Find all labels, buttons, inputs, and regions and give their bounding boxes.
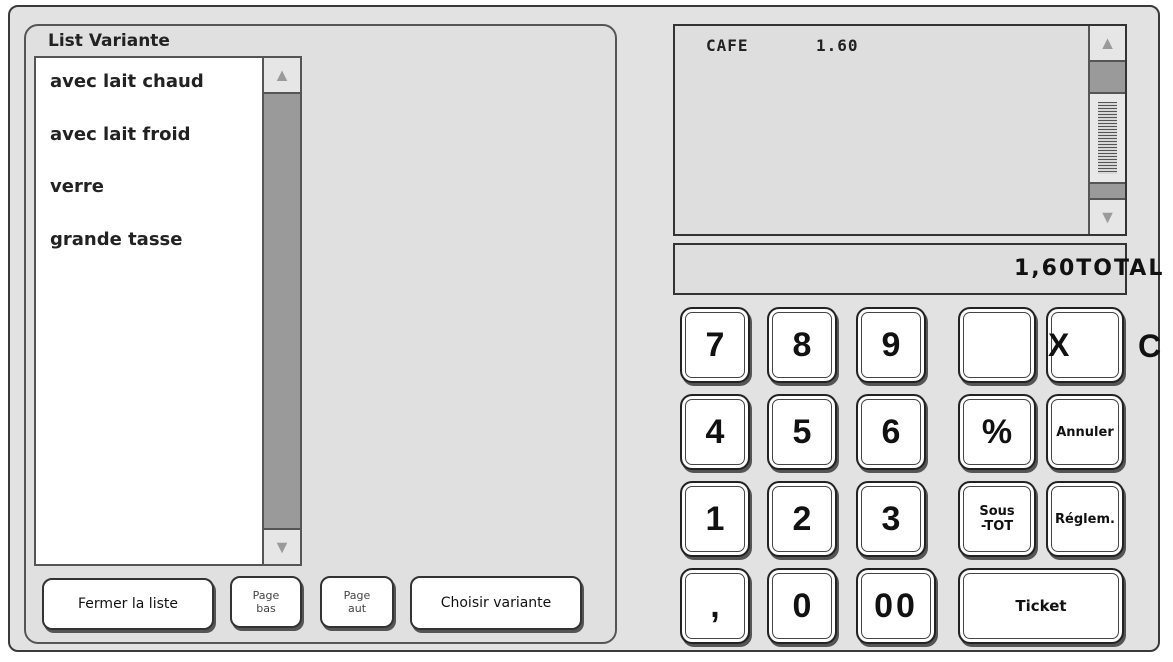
- ticket-scroll-down-button[interactable]: ▼: [1090, 198, 1125, 234]
- key-3[interactable]: 3: [856, 481, 926, 557]
- key-8[interactable]: 8: [767, 307, 837, 383]
- payment-button[interactable]: Réglem.: [1046, 481, 1124, 557]
- variant-scroll-track[interactable]: [264, 94, 300, 528]
- page-up-button[interactable]: Page aut: [320, 576, 394, 628]
- key-5[interactable]: 5: [767, 394, 837, 470]
- key-multiply[interactable]: X: [1046, 307, 1124, 383]
- key-percent[interactable]: %: [958, 394, 1036, 470]
- variant-panel-title: List Variante: [48, 31, 170, 51]
- subtotal-button[interactable]: Sous -TOT: [958, 481, 1036, 557]
- ticket-line-price: 1.60: [816, 36, 859, 55]
- ticket-scroll-up-button[interactable]: ▲: [1090, 26, 1125, 62]
- total-amount: 1,60TOTAL: [1014, 256, 1165, 281]
- cancel-button[interactable]: Annuler: [1046, 394, 1124, 470]
- ticket-scrollbar[interactable]: ▲ ▼: [1088, 26, 1125, 234]
- variant-list-scrollbar[interactable]: ▲ ▼: [262, 58, 300, 564]
- key-0[interactable]: 0: [767, 568, 837, 644]
- variant-item-verre[interactable]: verre: [50, 176, 104, 197]
- key-4[interactable]: 4: [680, 394, 750, 470]
- close-list-button[interactable]: Fermer la liste: [42, 578, 214, 630]
- key-00[interactable]: 00: [856, 568, 936, 644]
- grip-lines-icon: [1098, 102, 1117, 174]
- key-clear[interactable]: C: [1138, 328, 1161, 365]
- close-list-label: Fermer la liste: [78, 596, 178, 612]
- key-7[interactable]: 7: [680, 307, 750, 383]
- triangle-down-icon: ▼: [1098, 206, 1117, 227]
- key-comma[interactable]: ,: [680, 568, 750, 644]
- multiply-label: X: [1048, 326, 1070, 363]
- page-down-button[interactable]: Page bas: [230, 576, 302, 628]
- variant-scroll-down-button[interactable]: ▼: [264, 528, 300, 564]
- key-1[interactable]: 1: [680, 481, 750, 557]
- choose-variant-label: Choisir variante: [440, 595, 552, 611]
- ticket-display: [673, 24, 1127, 236]
- variant-item-avec-lait-froid[interactable]: avec lait froid: [50, 124, 191, 145]
- key-9[interactable]: 9: [856, 307, 926, 383]
- page-down-label-line2: bas: [256, 602, 276, 615]
- triangle-down-icon: ▼: [273, 536, 291, 557]
- key-2[interactable]: 2: [767, 481, 837, 557]
- page-up-label-line2: aut: [347, 602, 367, 615]
- ticket-line-name: CAFE: [706, 36, 749, 55]
- ticket-button[interactable]: Ticket: [958, 568, 1124, 644]
- page-down-label-line1: Page: [252, 589, 280, 602]
- variant-scroll-up-button[interactable]: ▲: [264, 58, 300, 94]
- page-up-label-line1: Page: [343, 589, 371, 602]
- triangle-up-icon: ▲: [1098, 32, 1117, 53]
- ticket-scroll-thumb[interactable]: [1090, 92, 1125, 184]
- subtotal-label-line1: Sous: [979, 504, 1015, 519]
- triangle-up-icon: ▲: [273, 64, 291, 85]
- variant-item-avec-lait-chaud[interactable]: avec lait chaud: [50, 71, 204, 92]
- variant-item-grande-tasse[interactable]: grande tasse: [50, 229, 182, 250]
- subtotal-label-line2: -TOT: [980, 519, 1014, 534]
- key-6[interactable]: 6: [856, 394, 926, 470]
- key-blank[interactable]: [958, 307, 1036, 383]
- choose-variant-button[interactable]: Choisir variante: [410, 576, 582, 630]
